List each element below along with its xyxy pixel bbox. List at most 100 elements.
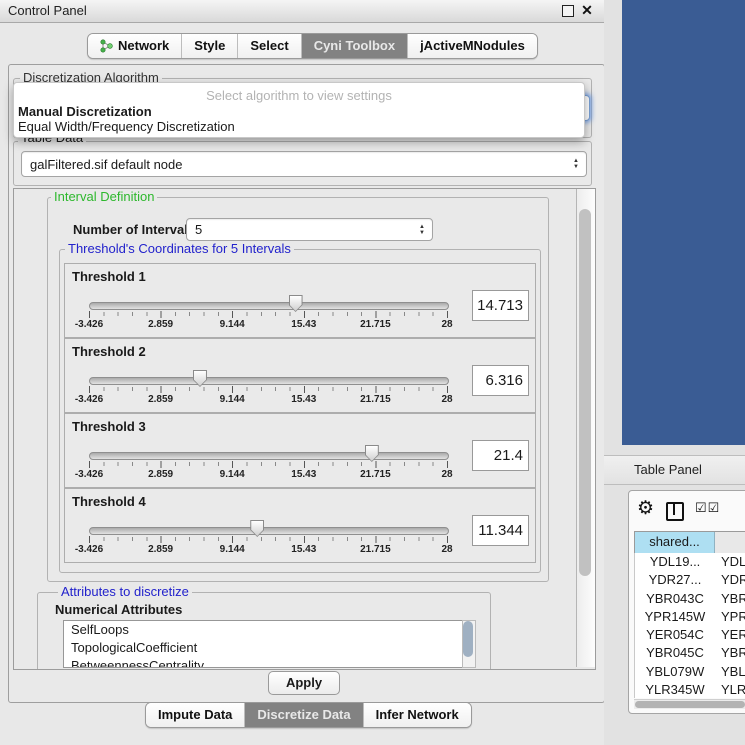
- select-columns-icon[interactable]: ☑☑: [695, 500, 720, 516]
- cell: YDR2: [715, 571, 745, 589]
- screen: Control Panel ✕ Network Style: [0, 0, 745, 745]
- cell: YPR145W: [635, 608, 715, 626]
- table-row[interactable]: YDL19... YDL1: [635, 553, 745, 571]
- tick-label: -3.426: [75, 394, 103, 405]
- threshold-1-label: Threshold 1: [72, 269, 146, 284]
- slider-tick-labels: -3.426 2.859 9.144 15.43 21.715 28: [89, 544, 447, 556]
- gear-icon[interactable]: ⚙: [637, 498, 654, 520]
- close-icon[interactable]: ✕: [580, 3, 594, 17]
- threshold-2-panel: Threshold 2 -3.426 2.859 9.144 15.43 21.…: [64, 338, 536, 413]
- tab-discretize-data-label: Discretize Data: [257, 703, 350, 727]
- table-horizontal-scrollbar[interactable]: [634, 699, 745, 709]
- column-header-shared-name[interactable]: shared...: [635, 532, 715, 554]
- tick-label: 9.144: [220, 544, 245, 555]
- numerical-attributes-label: Numerical Attributes: [55, 602, 182, 617]
- threshold-4-label: Threshold 4: [72, 494, 146, 509]
- table-row[interactable]: YBL079W YBL0: [635, 663, 745, 681]
- cell: YDL1: [715, 553, 745, 571]
- threshold-3-panel: Threshold 3 -3.426 2.859 9.144 15.43 21.…: [64, 413, 536, 488]
- number-of-intervals-value: 5: [187, 222, 415, 237]
- tab-impute-data[interactable]: Impute Data: [146, 703, 245, 727]
- slider-tick-labels: -3.426 2.859 9.144 15.43 21.715 28: [89, 319, 447, 331]
- column-header-name[interactable]: n: [715, 532, 745, 554]
- number-of-intervals-combobox[interactable]: 5 ▲▼: [186, 218, 433, 241]
- dropdown-placeholder-option[interactable]: Select algorithm to view settings: [18, 88, 580, 103]
- table-row[interactable]: YLR345W YLR3: [635, 681, 745, 698]
- control-panel-titlebar: Control Panel ✕: [0, 0, 604, 23]
- tick-label: 15.43: [291, 394, 316, 405]
- tick-label: 28: [441, 469, 452, 480]
- attributes-list-scrollbar-thumb[interactable]: [463, 621, 473, 657]
- split-columns-icon[interactable]: [666, 502, 684, 521]
- table-horizontal-scrollbar-thumb[interactable]: [635, 701, 745, 708]
- float-window-icon[interactable]: [562, 5, 574, 17]
- tab-jactivemnodules[interactable]: jActiveMNodules: [408, 34, 537, 58]
- combo-stepper-icon: ▲▼: [569, 158, 583, 170]
- threshold-1-value-field[interactable]: 14.713: [472, 290, 529, 321]
- network-icon: [100, 39, 113, 53]
- tick-label: 15.43: [291, 544, 316, 555]
- threshold-2-value-field[interactable]: 6.316: [472, 365, 529, 396]
- tab-network[interactable]: Network: [88, 34, 182, 58]
- threshold-3-value-field[interactable]: 21.4: [472, 440, 529, 471]
- threshold-3-label: Threshold 3: [72, 419, 146, 434]
- apply-button[interactable]: Apply: [268, 671, 340, 695]
- network-view-frame: GAL80 GAL11 GAL4 GCY1 HAP2 GA C H: [622, 0, 745, 445]
- tab-impute-data-label: Impute Data: [158, 703, 232, 727]
- cell: YBR045C: [635, 644, 715, 662]
- table-row[interactable]: YPR145W YPR1: [635, 608, 745, 626]
- cell: YDR27...: [635, 571, 715, 589]
- threshold-3-slider[interactable]: [89, 452, 449, 460]
- tick-label: 21.715: [360, 319, 391, 330]
- numerical-attributes-list: SelfLoops TopologicalCoefficient Between…: [63, 620, 463, 668]
- list-item[interactable]: TopologicalCoefficient: [64, 639, 462, 657]
- tab-cyni-toolbox[interactable]: Cyni Toolbox: [302, 34, 408, 58]
- table-row[interactable]: YER054C YER0: [635, 626, 745, 644]
- thresholds-group-label: Threshold's Coordinates for 5 Intervals: [65, 242, 294, 255]
- dropdown-option-manual-discretization[interactable]: Manual Discretization: [18, 104, 580, 119]
- cell: YER0: [715, 626, 745, 644]
- control-panel-tabbar: Network Style Select Cyni Toolbox jActiv…: [87, 33, 538, 59]
- tick-label: -3.426: [75, 544, 103, 555]
- settings-scrollpane: Interval Definition Number of Intervals …: [13, 188, 596, 670]
- threshold-1-slider[interactable]: [89, 302, 449, 310]
- slider-major-ticks: [89, 536, 448, 543]
- tab-style[interactable]: Style: [182, 34, 238, 58]
- slider-major-ticks: [89, 311, 448, 318]
- threshold-4-slider[interactable]: [89, 527, 449, 535]
- tick-label: 9.144: [220, 394, 245, 405]
- table-data-combobox-value: galFiltered.sif default node: [22, 157, 569, 172]
- threshold-1-panel: Threshold 1 -3.426 2.859 9.144 15.43 21.…: [64, 263, 536, 338]
- tab-network-label: Network: [118, 34, 169, 58]
- list-item[interactable]: BetweennessCentrality: [64, 657, 462, 668]
- tick-label: 21.715: [360, 469, 391, 480]
- control-panel: Control Panel ✕ Network Style: [0, 0, 605, 745]
- table-row[interactable]: YDR27... YDR2: [635, 571, 745, 589]
- slider-major-ticks: [89, 461, 448, 468]
- threshold-2-label: Threshold 2: [72, 344, 146, 359]
- table-panel: ⚙ ☑☑ shared... n YDL19... YDL1 YDR27... …: [628, 490, 745, 714]
- cell: YPR1: [715, 608, 745, 626]
- settings-scrollbar-thumb[interactable]: [579, 209, 591, 576]
- tab-discretize-data[interactable]: Discretize Data: [245, 703, 363, 727]
- table-row[interactable]: YBR043C YBR0: [635, 590, 745, 608]
- table-row[interactable]: YBR045C YBR0: [635, 644, 745, 662]
- table-data-combobox[interactable]: galFiltered.sif default node ▲▼: [21, 151, 587, 177]
- tab-select[interactable]: Select: [238, 34, 301, 58]
- cell: YBL079W: [635, 663, 715, 681]
- list-item[interactable]: SelfLoops: [64, 621, 462, 639]
- cell: YBR0: [715, 590, 745, 608]
- combo-stepper-icon: ▲▼: [415, 224, 429, 236]
- tab-infer-network[interactable]: Infer Network: [364, 703, 471, 727]
- table-header-row: shared... n: [634, 531, 745, 555]
- threshold-2-slider[interactable]: [89, 377, 449, 385]
- tick-label: -3.426: [75, 469, 103, 480]
- tab-select-label: Select: [250, 34, 288, 58]
- table-body: YDL19... YDL1 YDR27... YDR2 YBR043C YBR0…: [634, 553, 745, 698]
- threshold-4-value-field[interactable]: 11.344: [472, 515, 529, 546]
- tick-label: 2.859: [148, 394, 173, 405]
- tick-label: 9.144: [220, 319, 245, 330]
- tab-cyni-toolbox-label: Cyni Toolbox: [314, 34, 395, 58]
- dropdown-option-equal-width-frequency[interactable]: Equal Width/Frequency Discretization: [18, 119, 580, 134]
- cell: YLR3: [715, 681, 745, 698]
